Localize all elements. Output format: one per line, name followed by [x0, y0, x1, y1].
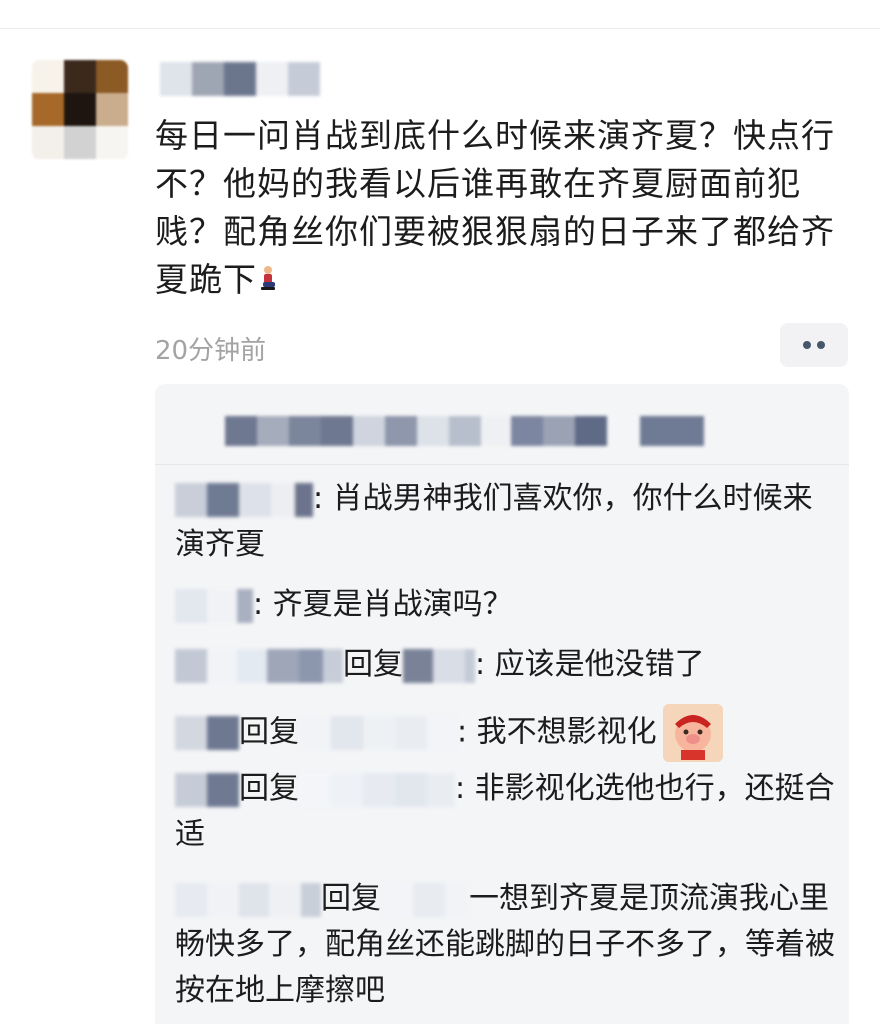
reply-text: 我不想影视化 — [476, 714, 657, 750]
post-time: 20分钟前 — [155, 336, 267, 366]
reply-word: 回复 — [239, 771, 299, 806]
dot-icon — [803, 341, 811, 349]
reply-separator: : — [475, 647, 495, 682]
reply-separator: : — [253, 587, 273, 622]
person-kneeling-icon — [257, 258, 279, 290]
reply-target-blurred[interactable] — [403, 648, 475, 683]
reply-separator: : — [313, 481, 333, 516]
reply-word: 回复 — [343, 647, 403, 682]
reply-item[interactable]: 回复: 非影视化选他也行，还挺合适 — [175, 766, 835, 858]
likers-divider — [155, 464, 849, 465]
reply-item[interactable]: 回复: 应该是他没错了 — [175, 642, 835, 688]
replier-name-blurred[interactable] — [175, 648, 343, 683]
top-divider — [0, 28, 880, 29]
more-options-button[interactable] — [780, 323, 848, 367]
avatar[interactable] — [32, 60, 128, 160]
likers-blurred[interactable] — [225, 416, 511, 446]
dot-icon — [817, 341, 825, 349]
reply-separator: : — [455, 771, 475, 806]
reply-item[interactable]: : 肖战男神我们喜欢你，你什么时候来演齐夏 — [175, 476, 835, 568]
replier-name-blurred[interactable] — [175, 772, 239, 807]
reply-text: 齐夏是肖战演吗？ — [272, 587, 513, 622]
replier-name-blurred[interactable] — [175, 482, 313, 517]
post-content: 每日一问肖战到底什么时候来演齐夏？快点行不？他妈的我看以后谁再敢在齐夏厨面前犯贱… — [155, 112, 845, 304]
likers-blurred[interactable] — [640, 416, 704, 446]
username-blurred[interactable] — [160, 62, 320, 96]
reply-target-blurred[interactable] — [381, 882, 469, 917]
reply-word: 回复 — [239, 714, 299, 750]
replies-panel: : 肖战男神我们喜欢你，你什么时候来演齐夏 : 齐夏是肖战演吗？ 回复: 应该是… — [155, 384, 849, 1024]
replier-name-blurred[interactable] — [175, 882, 321, 917]
likers-blurred[interactable] — [511, 416, 607, 446]
replier-name-blurred[interactable] — [175, 716, 239, 750]
reply-word: 回复 — [321, 881, 381, 916]
reply-target-blurred[interactable] — [299, 716, 457, 750]
pig-sticker-icon — [662, 704, 723, 762]
reply-item[interactable]: : 齐夏是肖战演吗？ — [175, 582, 835, 628]
reply-text: 应该是他没错了 — [494, 647, 705, 682]
reply-target-blurred[interactable] — [299, 772, 455, 807]
reply-item[interactable]: 回复: 我不想影视化 — [175, 704, 835, 762]
reply-item[interactable]: 回复 一想到齐夏是顶流演我心里畅快多了，配角丝还能跳脚的日子不多了，等着被按在地上… — [175, 876, 835, 1014]
reply-separator: : — [457, 714, 477, 750]
replier-name-blurred[interactable] — [175, 588, 253, 623]
